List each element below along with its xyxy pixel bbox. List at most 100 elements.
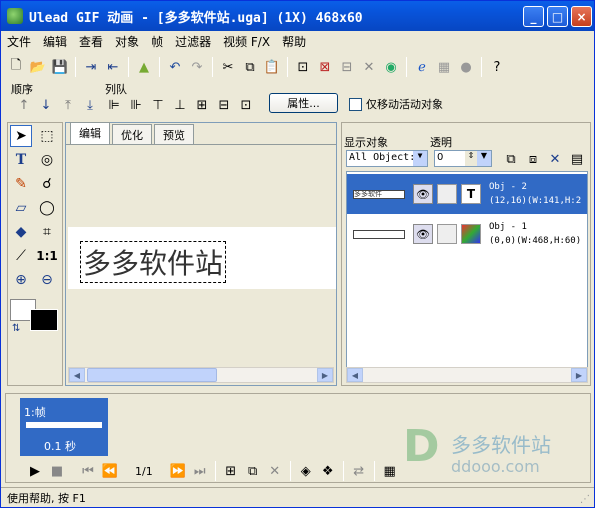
lasso-tool-icon[interactable]: ☌ <box>36 173 58 195</box>
eraser-tool-icon[interactable]: ▱ <box>10 197 32 219</box>
show-objects-select[interactable]: All Object: ▼ <box>346 150 428 167</box>
canvas-text-object[interactable]: 多多软件站 <box>80 241 227 283</box>
cut-icon[interactable]: ✂ <box>218 57 238 77</box>
eyedropper-tool-icon[interactable]: ⟋ <box>10 245 32 267</box>
next-frame-icon[interactable]: ⏩ <box>168 461 188 481</box>
bring-front-icon[interactable]: ↑ <box>14 95 34 115</box>
delete-icon[interactable]: ⊠ <box>315 57 335 77</box>
lock-cell[interactable] <box>437 224 457 244</box>
properties-button[interactable]: 属性... <box>269 93 338 113</box>
tab-preview[interactable]: 预览 <box>154 124 194 144</box>
opacity-dropdown-icon[interactable]: ▼ <box>477 151 491 166</box>
menu-frame[interactable]: 帧 <box>145 33 169 50</box>
tab-optimize[interactable]: 优化 <box>112 124 152 144</box>
close-button[interactable]: × <box>571 6 592 27</box>
tab-edit[interactable]: 编辑 <box>70 122 110 144</box>
object-row-1[interactable]: 👁 Obj - 1 (0,0)(W:468,H:60) <box>347 214 587 254</box>
undo-icon[interactable]: ↶ <box>165 57 185 77</box>
copy-icon[interactable]: ⧉ <box>240 57 260 77</box>
move-active-only-checkbox[interactable]: 仅移动活动对象 <box>349 96 443 112</box>
marquee-tool-icon[interactable]: ⬚ <box>36 125 58 147</box>
menu-video-fx[interactable]: 视频 F/X <box>217 33 276 50</box>
link-icon[interactable]: ● <box>456 57 476 77</box>
opacity-spinner[interactable]: 0 ⇕ ▼ <box>434 150 492 167</box>
object-properties-icon[interactable]: ▤ <box>567 149 587 169</box>
crop-tool-icon[interactable]: ⌗ <box>36 221 58 243</box>
menu-help[interactable]: 帮助 <box>276 33 312 50</box>
reverse-icon[interactable]: ⇄ <box>349 461 369 481</box>
merge-icon[interactable]: ✕ <box>359 57 379 77</box>
crop-icon[interactable]: ⊡ <box>293 57 313 77</box>
checkbox-box[interactable] <box>349 97 362 111</box>
first-frame-icon[interactable]: ⏮ <box>78 461 98 481</box>
title-bar[interactable]: Ulead GIF 动画 - [多多软件站.uga] (1X) 468x60 _… <box>1 1 594 31</box>
center-h-icon[interactable]: ⊞ <box>192 95 212 115</box>
redo-icon[interactable]: ↷ <box>187 57 207 77</box>
frame-delay[interactable]: 0.1 秒 <box>44 438 76 454</box>
frame-1[interactable]: 1:帧 0.1 秒 <box>20 398 108 456</box>
scroll-right-icon[interactable]: ▶ <box>317 368 333 382</box>
menu-object[interactable]: 对象 <box>109 33 145 50</box>
export-icon[interactable]: ⇤ <box>103 57 123 77</box>
delete-object-icon[interactable]: ✕ <box>545 149 565 169</box>
paste-icon[interactable]: 📋 <box>262 57 282 77</box>
object-horizontal-scrollbar[interactable]: ◀ ▶ <box>346 367 588 383</box>
scroll-left-icon[interactable]: ◀ <box>347 368 363 382</box>
help-icon[interactable]: ? <box>487 57 507 77</box>
send-backward-icon[interactable]: ⤒ <box>58 95 78 115</box>
minimize-button[interactable]: _ <box>523 6 544 27</box>
menu-filter[interactable]: 过滤器 <box>169 33 217 50</box>
lock-cell[interactable] <box>437 184 457 204</box>
frame-properties-icon[interactable]: ▦ <box>380 461 400 481</box>
app-icon[interactable] <box>7 8 23 24</box>
transform-tool-icon[interactable]: ◎ <box>36 149 58 171</box>
align-left-icon[interactable]: ⊫ <box>104 95 124 115</box>
menu-edit[interactable]: 编辑 <box>37 33 73 50</box>
text-banner-icon[interactable]: ❖ <box>318 461 338 481</box>
chevron-down-icon[interactable]: ▼ <box>413 151 427 166</box>
pick-tool-icon[interactable]: ➤ <box>10 125 32 147</box>
swap-colors-icon[interactable]: ⇅ <box>12 323 20 334</box>
align-bottom-icon[interactable]: ⊥ <box>170 95 190 115</box>
background-color-swatch[interactable] <box>30 309 58 331</box>
new-object-icon[interactable]: ⧉ <box>501 149 521 169</box>
spinner-arrows-icon[interactable]: ⇕ <box>465 151 477 166</box>
tween-icon[interactable]: ◈ <box>296 461 316 481</box>
optimize-icon[interactable]: ▲ <box>134 57 154 77</box>
new-icon[interactable]: 🗋 <box>6 57 26 77</box>
resize-grip-icon[interactable]: ⋰ <box>580 494 590 505</box>
add-frame-icon[interactable]: ⊞ <box>221 461 241 481</box>
preview-icon[interactable]: ◉ <box>381 57 401 77</box>
center-v-icon[interactable]: ⊟ <box>214 95 234 115</box>
delete-frame-icon[interactable]: ✕ <box>265 461 285 481</box>
zoom-in-icon[interactable]: ⊕ <box>10 269 32 291</box>
menu-file[interactable]: 文件 <box>1 33 37 50</box>
actual-size-tool-icon[interactable]: 1:1 <box>36 245 58 267</box>
save-icon[interactable]: 💾 <box>50 57 70 77</box>
ellipse-tool-icon[interactable]: ◯ <box>36 197 58 219</box>
center-both-icon[interactable]: ⊡ <box>236 95 256 115</box>
send-back-icon[interactable]: ⤓ <box>80 95 100 115</box>
align-right-icon[interactable]: ⊪ <box>126 95 146 115</box>
brush-tool-icon[interactable]: ✎ <box>10 173 32 195</box>
scroll-thumb[interactable] <box>87 368 217 382</box>
align-top-icon[interactable]: ⊤ <box>148 95 168 115</box>
visibility-eye-icon[interactable]: 👁 <box>413 224 433 244</box>
scroll-right-icon[interactable]: ▶ <box>571 368 587 382</box>
last-frame-icon[interactable]: ⏭ <box>190 461 210 481</box>
flip-icon[interactable]: ▦ <box>434 57 454 77</box>
visibility-eye-icon[interactable]: 👁 <box>413 184 433 204</box>
bring-forward-icon[interactable]: ↓ <box>36 95 56 115</box>
web-icon[interactable]: ℯ <box>412 57 432 77</box>
object-row-2[interactable]: 多多软件 👁 T Obj - 2 (12,16)(W:141,H:2 <box>347 174 587 214</box>
open-icon[interactable]: 📂 <box>28 57 48 77</box>
zoom-out-icon[interactable]: ⊖ <box>36 269 58 291</box>
maximize-button[interactable]: □ <box>547 6 568 27</box>
editor-horizontal-scrollbar[interactable]: ◀ ▶ <box>68 367 334 383</box>
stop-icon[interactable]: ■ <box>47 461 67 481</box>
text-tool-icon[interactable]: T <box>10 149 32 171</box>
menu-view[interactable]: 查看 <box>73 33 109 50</box>
play-icon[interactable]: ▶ <box>25 461 45 481</box>
prev-frame-icon[interactable]: ⏪ <box>100 461 120 481</box>
duplicate-frame-icon[interactable]: ⧉ <box>243 461 263 481</box>
